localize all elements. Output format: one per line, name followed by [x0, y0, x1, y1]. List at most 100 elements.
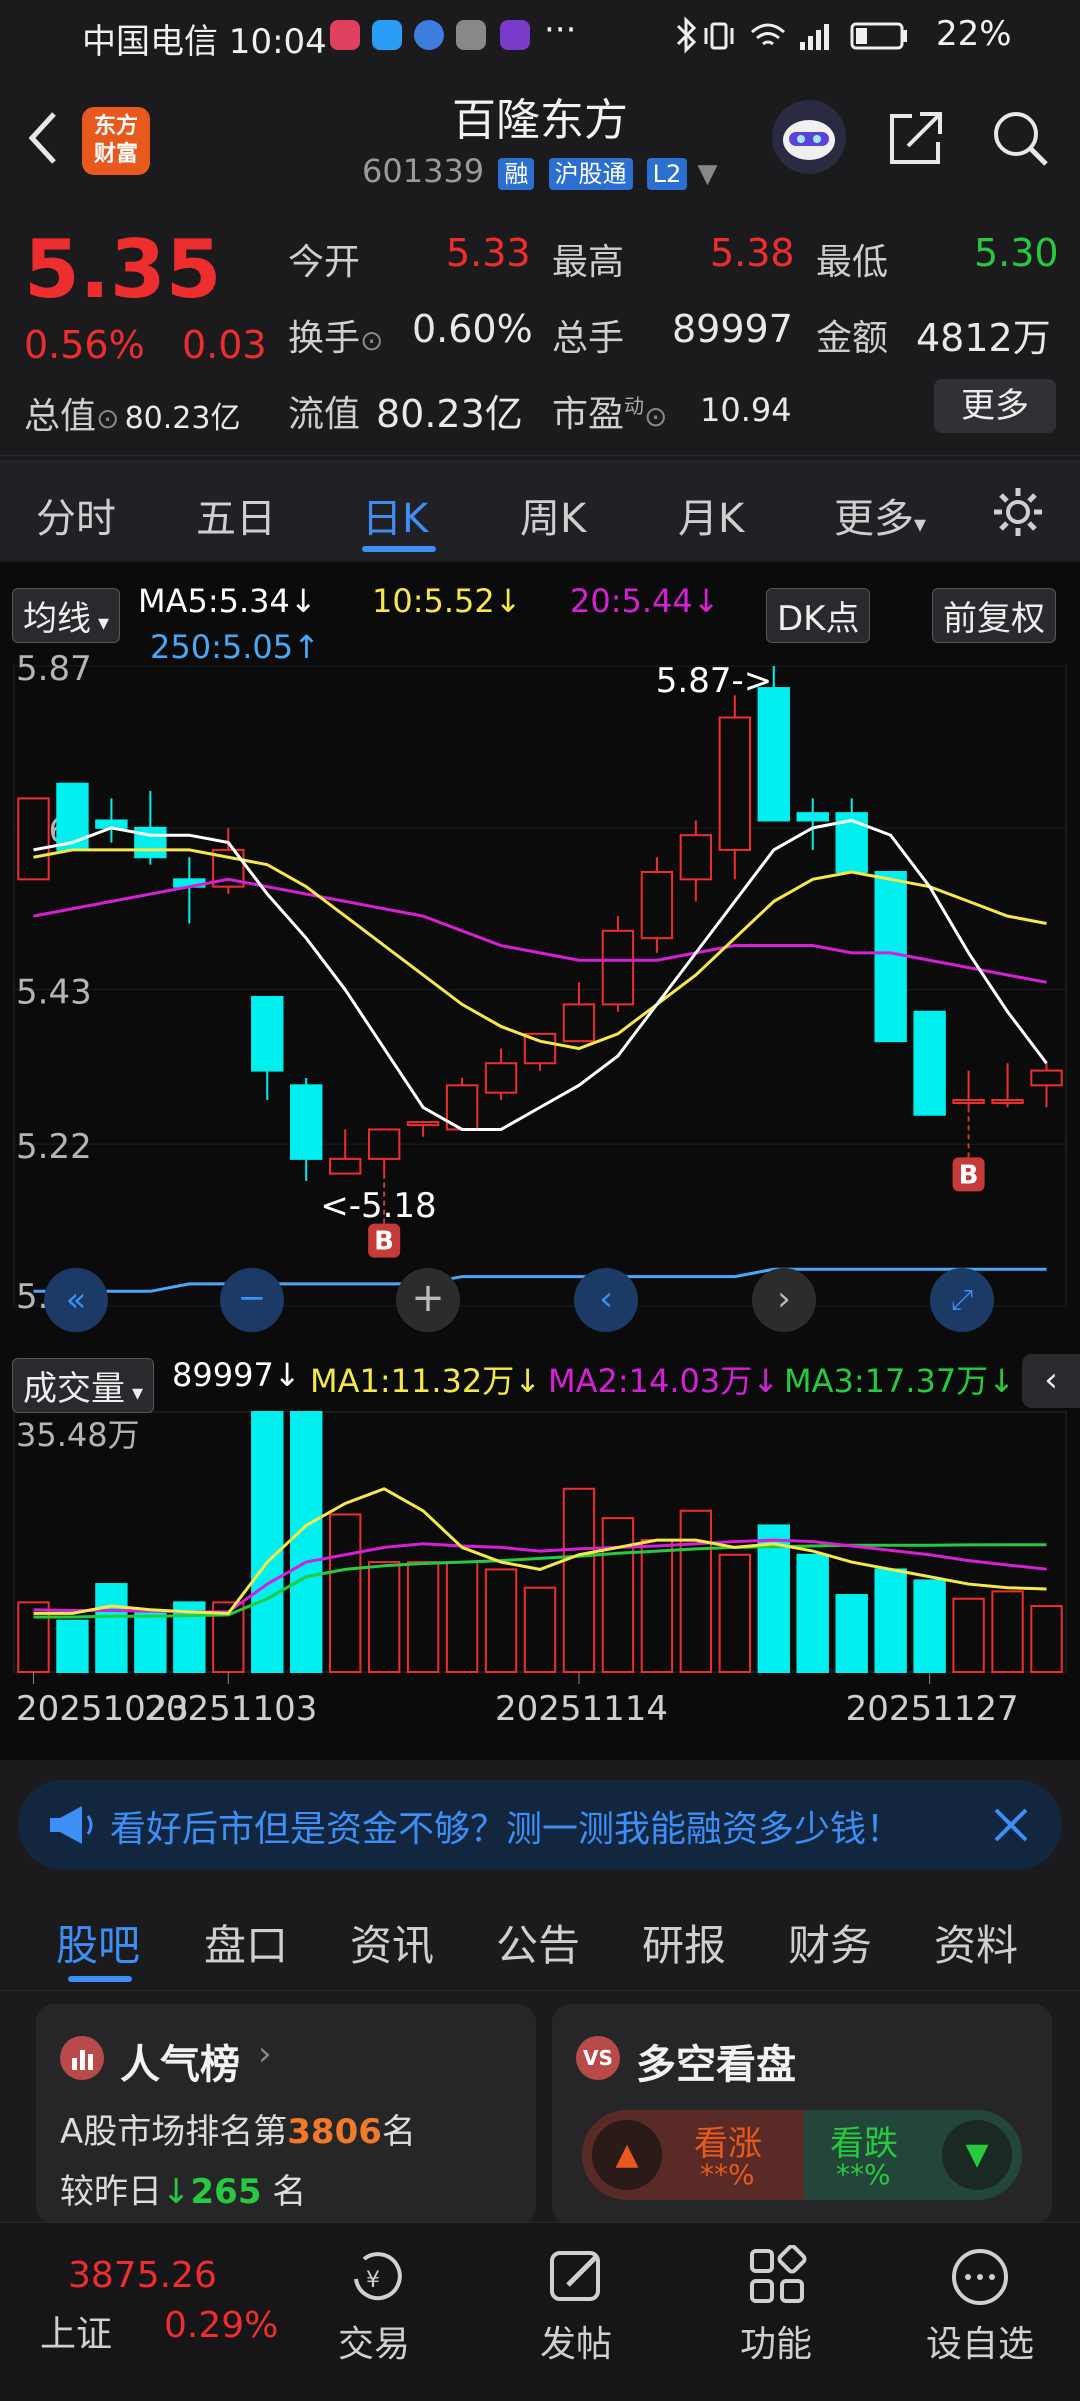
nav-functions[interactable]: 功能 — [720, 2223, 840, 2401]
tab-intraday[interactable]: 分时 — [36, 486, 116, 544]
k-chart-area: 均线 ▾ MA5:5.34↓ 10:5.52↓ 20:5.44↓ 250:5.0… — [0, 562, 1080, 1760]
collapse-panel-icon[interactable]: ‹ — [1022, 1354, 1080, 1408]
price-panel-frame — [13, 665, 1067, 1307]
chart-settings-gear-icon[interactable] — [990, 484, 1046, 540]
volume-bar — [679, 1509, 713, 1673]
quote-panel: 5.35 0.56% 0.03 总值⊙ 80.23亿 今开 5.33 最高 5.… — [0, 205, 1080, 456]
stock-code-row: 601339 融 沪股通 L2 ▼ — [362, 152, 717, 190]
tab-daily-k[interactable]: 日K — [362, 486, 428, 544]
tab-more[interactable]: 更多▾ — [834, 486, 926, 544]
turnover-value: 0.60% — [412, 307, 533, 351]
candle-body — [406, 1121, 440, 1127]
ranking-icon — [60, 2036, 104, 2080]
status-icons — [676, 16, 907, 54]
nav-add-watchlist[interactable]: 设自选 — [910, 2223, 1050, 2401]
popularity-chevron-icon: › — [258, 2034, 272, 2074]
popularity-card[interactable]: 人气榜 › A股市场排名第3806名 较昨日↓265 名 — [36, 2004, 536, 2224]
pe-info-icon[interactable]: ⊙ — [644, 400, 667, 433]
volume-bar — [1030, 1605, 1063, 1674]
volume-bar — [251, 1411, 284, 1673]
candlestick-chart[interactable]: 5.875.655.435.225.005.87-><-5.18BB35.48万… — [0, 562, 1080, 1760]
zoom-in-icon[interactable]: + — [396, 1268, 460, 1332]
tab-announcements[interactable]: 公告 — [496, 1912, 580, 1973]
down-arrow-icon: ↓ — [162, 2172, 191, 2212]
vol-ma1-label: MA1:11.32万↓ — [310, 1362, 542, 1400]
turnover-info-icon[interactable]: ⊙ — [360, 324, 383, 357]
candle-body — [718, 716, 752, 851]
tab-pankou[interactable]: 盘口 — [204, 1912, 288, 1973]
candle-body — [913, 1010, 946, 1116]
robot-assistant-icon[interactable] — [772, 100, 846, 174]
volume-value: 89997 — [672, 307, 793, 351]
content-tabs: 股吧 盘口 资讯 公告 研报 财务 资料 — [0, 1890, 1080, 1991]
scroll-right-icon[interactable]: › — [752, 1268, 816, 1332]
stock-code: 601339 — [362, 152, 485, 190]
active-tab-indicator — [362, 546, 436, 552]
vibrate-icon — [704, 22, 734, 50]
high-annotation: 5.87-> — [656, 661, 772, 701]
nav-functions-label: 功能 — [740, 2324, 813, 2365]
svg-text:¥: ¥ — [366, 2268, 380, 2293]
index-name: 上证 — [40, 2314, 113, 2355]
volume-bar — [874, 1568, 907, 1673]
more-button[interactable]: 更多 — [934, 379, 1056, 433]
candle-body — [874, 870, 907, 1043]
tab-profile[interactable]: 资料 — [934, 1912, 1018, 1973]
code-dropdown-icon[interactable]: ▼ — [697, 159, 717, 189]
nav-post[interactable]: 发帖 — [520, 2223, 640, 2401]
vote-up-button[interactable]: ▲ 看涨 **% — [582, 2110, 812, 2200]
tab-guba[interactable]: 股吧 — [56, 1912, 140, 1973]
search-icon[interactable] — [988, 106, 1052, 170]
vol-ma2-label: MA2:14.03万↓ — [548, 1362, 780, 1400]
bull-bear-card[interactable]: VS 多空看盘 ▲ 看涨 **% 看跌 **% ▼ — [552, 2004, 1052, 2224]
grid-icon — [750, 2245, 807, 2303]
promo-banner[interactable]: 看好后市但是资金不够？测一测我能融资多少钱！ — [18, 1780, 1062, 1870]
tab-research[interactable]: 研报 — [642, 1912, 726, 1973]
browser-notification-icon — [414, 20, 444, 50]
zoom-out-icon[interactable]: − — [220, 1268, 284, 1332]
nav-trade[interactable]: ¥ 交易 — [320, 2223, 440, 2401]
nav-add-watchlist-label: 设自选 — [926, 2324, 1035, 2365]
candle-body — [991, 1099, 1024, 1105]
trade-icon: ¥ — [354, 2252, 402, 2301]
total-cap-value: 80.23亿 — [124, 401, 241, 436]
rank-change-value: 265 — [190, 2172, 262, 2212]
tab-five-day[interactable]: 五日 — [196, 486, 276, 544]
scroll-left-icon[interactable]: ‹ — [574, 1268, 638, 1332]
candle-body — [17, 797, 50, 881]
rank-value: 3806 — [287, 2112, 382, 2152]
scroll-left-fast-icon[interactable]: « — [44, 1268, 108, 1332]
info-icon[interactable]: ⊙ — [96, 402, 119, 435]
tab-weekly-k[interactable]: 周K — [520, 486, 586, 544]
tab-financials[interactable]: 财务 — [788, 1912, 872, 1973]
volume-bar — [290, 1411, 323, 1673]
wifi-icon — [751, 23, 785, 46]
buy-marker-letter: B — [959, 1160, 979, 1190]
index-ticker[interactable]: 3875.26 上证 0.29% — [0, 2223, 278, 2401]
close-banner-icon[interactable] — [988, 1802, 1034, 1848]
tab-monthly-k[interactable]: 月K — [678, 486, 744, 544]
share-icon[interactable] — [884, 106, 948, 170]
volume-bar — [796, 1553, 829, 1674]
total-cap: 总值⊙ 80.23亿 — [24, 387, 240, 439]
candle-body — [952, 1099, 985, 1105]
pe-value: 10.94 — [700, 391, 792, 429]
carrier-time: 中国电信 10:04 — [82, 22, 327, 62]
fullscreen-icon[interactable]: ⤢ — [930, 1268, 994, 1332]
tab-news[interactable]: 资讯 — [350, 1912, 434, 1973]
tab-more-caret-icon: ▾ — [914, 510, 927, 538]
candle-body — [601, 929, 635, 1006]
bull-bear-title: 多空看盘 — [636, 2042, 796, 2088]
vs-icon: VS — [576, 2036, 620, 2080]
amount-value: 4812万 — [916, 316, 1051, 360]
volume-indicator-selector[interactable]: 成交量 ▾ — [12, 1358, 155, 1413]
candle-body — [328, 1157, 362, 1175]
vote-down-button[interactable]: 看跌 **% ▼ — [804, 2110, 1022, 2200]
compose-icon — [550, 2251, 600, 2301]
megaphone-icon — [50, 1806, 93, 1844]
rank-change-line: 较昨日↓265 名 — [60, 2164, 306, 2213]
low-value: 5.30 — [974, 231, 1059, 275]
volume-dropdown-icon: ▾ — [125, 1381, 144, 1406]
rank-line: A股市场排名第3806名 — [60, 2104, 416, 2153]
content-tab-indicator — [68, 1976, 132, 1982]
